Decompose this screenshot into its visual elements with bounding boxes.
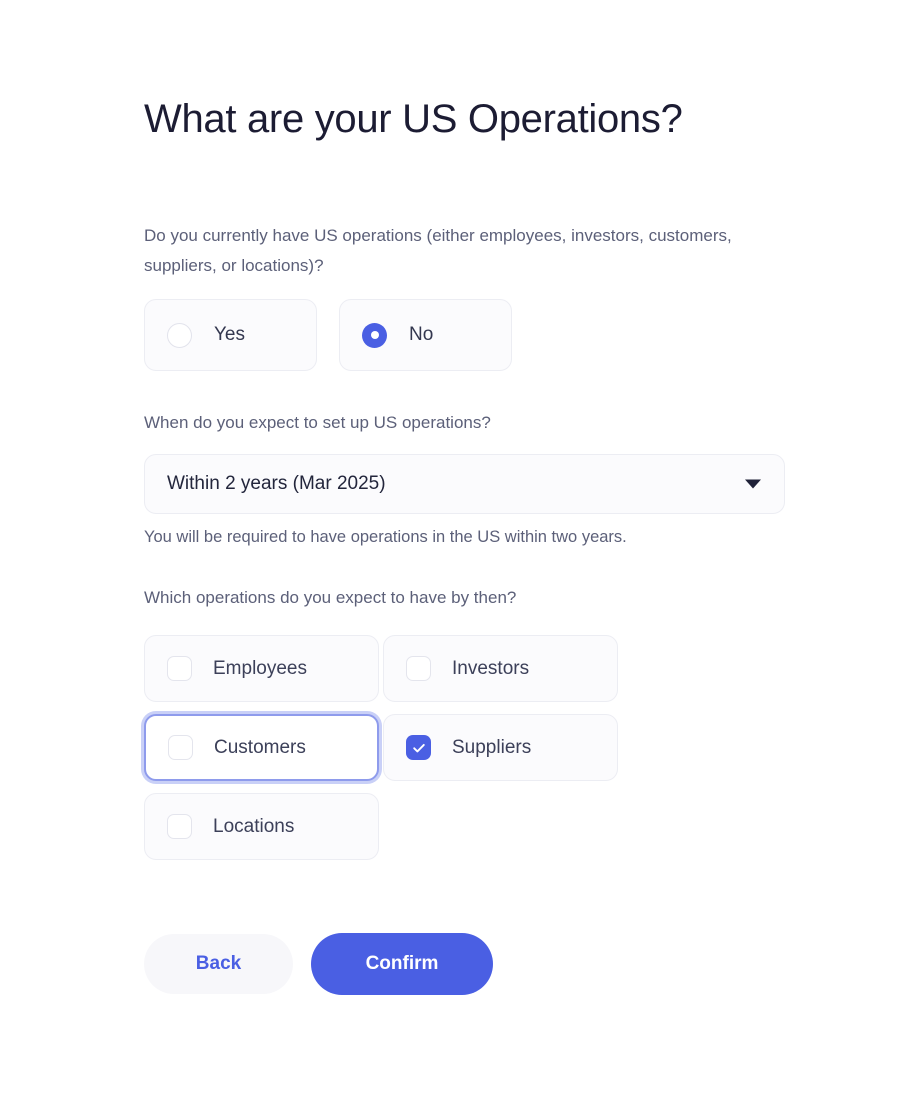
us-operations-form-page: What are your US Operations? Do you curr… bbox=[0, 0, 905, 1113]
timeline-helper-text: You will be required to have operations … bbox=[144, 528, 627, 546]
radio-option-no[interactable]: No bbox=[339, 299, 512, 371]
current-operations-radio-group: Yes No bbox=[144, 299, 789, 371]
radio-option-yes-label: Yes bbox=[214, 324, 245, 345]
form-actions: Back Confirm bbox=[144, 933, 789, 995]
checkbox-option-investors[interactable]: Investors bbox=[383, 635, 618, 702]
expected-operations-question: Which operations do you expect to have b… bbox=[144, 588, 517, 607]
timeline-select-value: Within 2 years (Mar 2025) bbox=[167, 473, 386, 494]
form-content: What are your US Operations? Do you curr… bbox=[144, 96, 789, 995]
checkbox-option-investors-label: Investors bbox=[452, 657, 530, 679]
checkbox-unchecked-icon bbox=[406, 656, 431, 681]
checkbox-option-locations[interactable]: Locations bbox=[144, 793, 379, 860]
radio-option-no-label: No bbox=[409, 324, 434, 345]
expected-operations-checkbox-group: Employees Investors Customers Suppliers … bbox=[144, 629, 624, 866]
current-operations-question: Do you currently have US operations (eit… bbox=[144, 226, 732, 275]
checkbox-option-customers[interactable]: Customers bbox=[144, 714, 379, 781]
confirm-button[interactable]: Confirm bbox=[311, 933, 493, 995]
back-button[interactable]: Back bbox=[144, 934, 293, 994]
checkbox-unchecked-icon bbox=[167, 814, 192, 839]
checkbox-cell: Suppliers bbox=[383, 708, 618, 787]
checkbox-cell: Customers bbox=[144, 708, 379, 787]
checkbox-option-customers-label: Customers bbox=[214, 736, 306, 758]
checkbox-unchecked-icon bbox=[167, 656, 192, 681]
radio-checked-icon bbox=[362, 322, 387, 348]
timeline-question: When do you expect to set up US operatio… bbox=[144, 413, 491, 432]
radio-unchecked-icon bbox=[167, 322, 192, 348]
page-title: What are your US Operations? bbox=[144, 97, 683, 141]
checkbox-option-employees[interactable]: Employees bbox=[144, 635, 379, 702]
checkbox-cell: Locations bbox=[144, 787, 379, 866]
timeline-select[interactable]: Within 2 years (Mar 2025) bbox=[144, 454, 785, 514]
checkbox-cell: Investors bbox=[383, 629, 618, 708]
checkbox-option-employees-label: Employees bbox=[213, 657, 307, 679]
checkbox-unchecked-icon bbox=[168, 735, 193, 760]
checkbox-checked-icon bbox=[406, 735, 431, 760]
checkbox-option-suppliers-label: Suppliers bbox=[452, 736, 532, 758]
timeline-select-wrapper: Within 2 years (Mar 2025) bbox=[144, 454, 785, 514]
checkbox-option-suppliers[interactable]: Suppliers bbox=[383, 714, 618, 781]
radio-option-yes[interactable]: Yes bbox=[144, 299, 317, 371]
checkbox-option-locations-label: Locations bbox=[213, 815, 295, 837]
checkbox-cell: Employees bbox=[144, 629, 379, 708]
